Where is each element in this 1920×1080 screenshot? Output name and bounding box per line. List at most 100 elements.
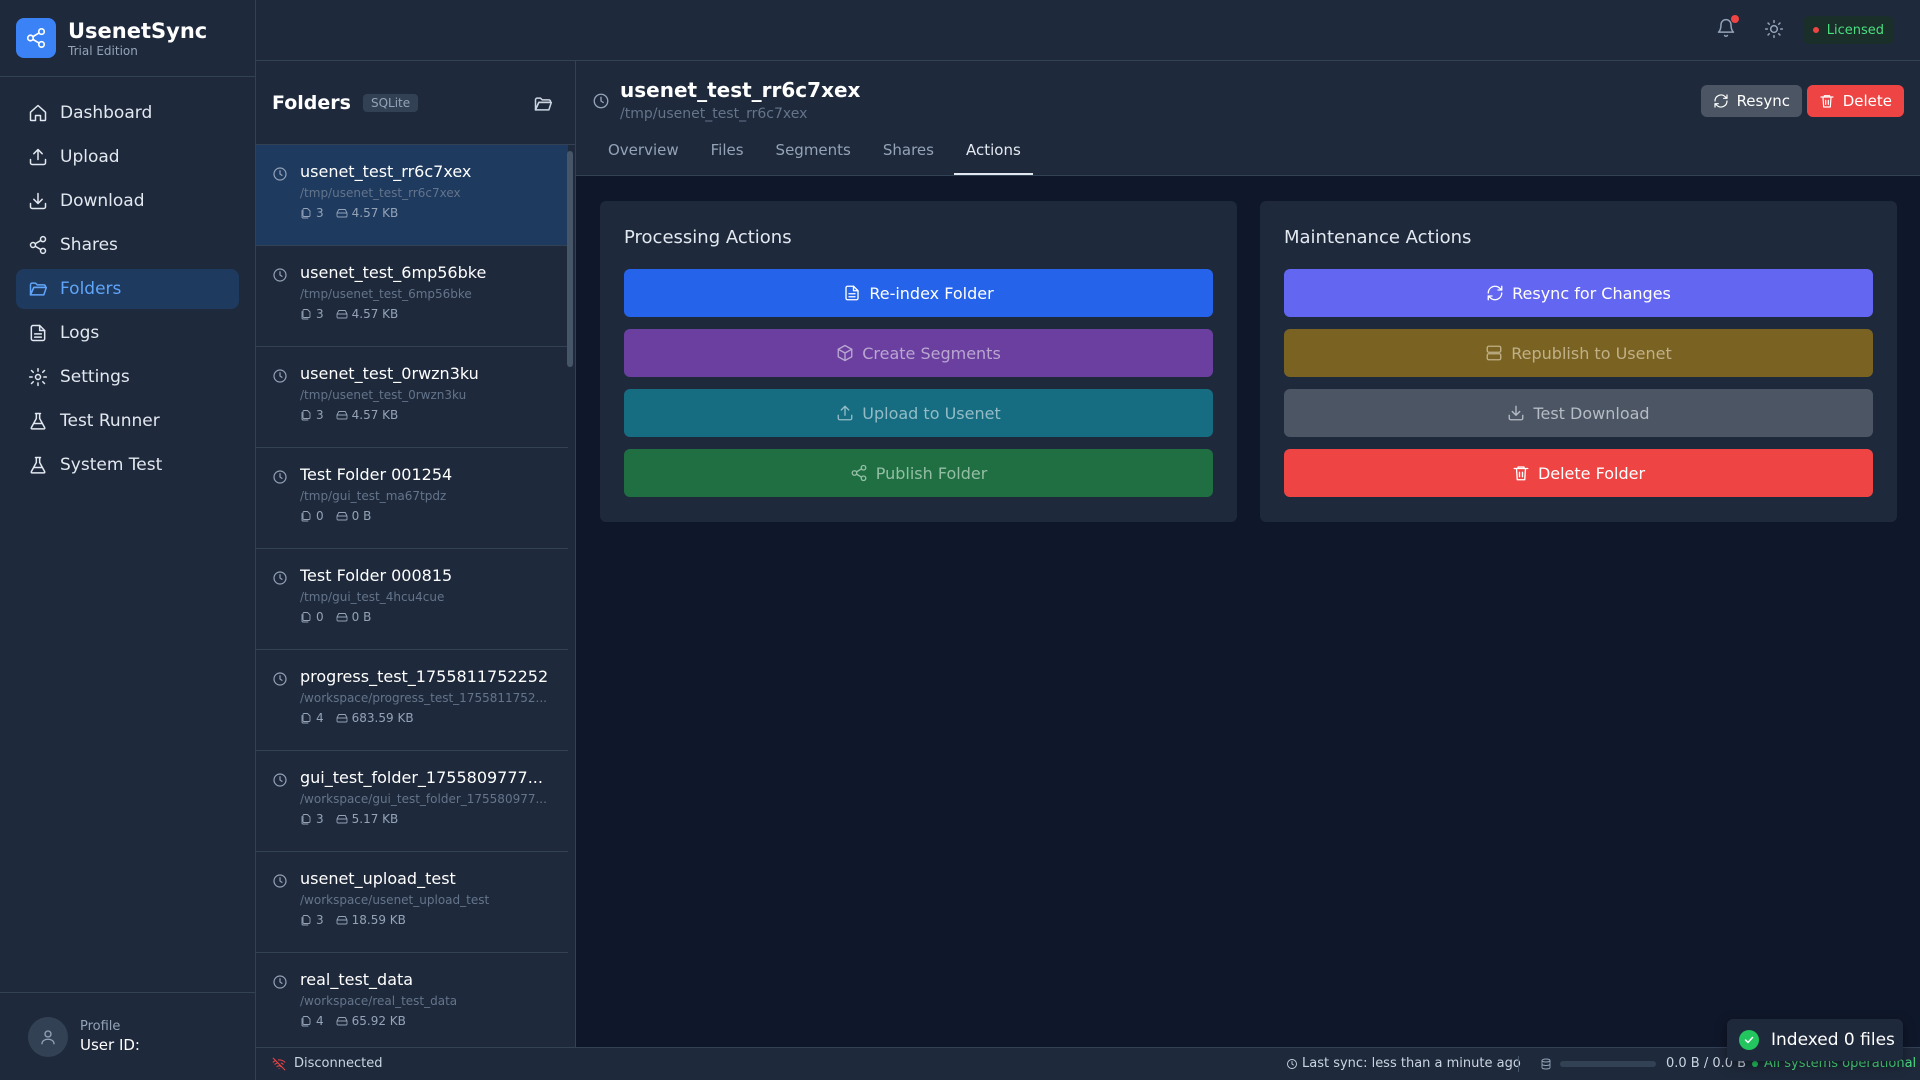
sidebar-item-folders[interactable]: Folders <box>16 269 239 309</box>
divider <box>1518 1056 1519 1072</box>
sidebar-item-label: Download <box>60 191 145 211</box>
delete-button[interactable]: Delete <box>1806 85 1904 117</box>
folders-title: Folders <box>272 91 351 114</box>
folder-list-scrollbar[interactable] <box>567 151 573 367</box>
server-icon <box>1486 345 1502 361</box>
folder-list-item[interactable]: usenet_test_6mp56bke/tmp/usenet_test_6mp… <box>256 246 568 347</box>
folder-size: 4.57 KB <box>351 206 399 220</box>
folder-path: /tmp/usenet_test_rr6c7xex <box>300 186 461 200</box>
detail-tabs: Overview Files Segments Shares Actions <box>596 135 1041 175</box>
folder-name: Test Folder 000815 <box>300 566 453 585</box>
resync-button[interactable]: Resync <box>1700 85 1802 117</box>
sidebar-item-label: Test Runner <box>60 411 160 431</box>
tab-segments[interactable]: Segments <box>764 135 863 175</box>
button-label: Re-index Folder <box>869 283 994 303</box>
profile-label: Profile <box>80 1019 121 1034</box>
folder-meta: 3 4.57 KB <box>300 206 552 220</box>
files-icon <box>301 309 311 320</box>
folder-list-item[interactable]: usenet_test_rr6c7xex/tmp/usenet_test_rr6… <box>256 145 568 246</box>
publish-folder-button[interactable]: Publish Folder <box>624 449 1213 497</box>
create-segments-button[interactable]: Create Segments <box>624 329 1213 377</box>
folder-list-item[interactable]: usenet_test_0rwzn3ku/tmp/usenet_test_0rw… <box>256 347 568 448</box>
folder-path: /tmp/usenet_test_0rwzn3ku <box>300 388 467 402</box>
maintenance-actions-card: Maintenance Actions Resync for Changes R… <box>1260 201 1897 522</box>
share-icon <box>851 464 867 482</box>
files-icon <box>301 1016 311 1027</box>
tab-actions[interactable]: Actions <box>953 135 1033 175</box>
download-icon <box>29 192 47 210</box>
folder-list-item[interactable]: progress_test_1755811752252/workspace/pr… <box>256 650 568 751</box>
sidebar-item-system-test[interactable]: System Test <box>16 445 239 485</box>
folder-meta: 0 0 B <box>300 610 552 624</box>
connection-status: Disconnected <box>272 1056 382 1071</box>
tab-files[interactable]: Files <box>699 135 756 175</box>
folders-panel: Folders SQLite usenet_test_rr6c7xex/tmp/… <box>256 61 576 1047</box>
sidebar-item-download[interactable]: Download <box>16 181 239 221</box>
theme-toggle-button[interactable] <box>1764 19 1784 39</box>
notifications-button[interactable] <box>1716 15 1739 38</box>
statusbar: Disconnected Last sync: less than a minu… <box>256 1047 1920 1080</box>
folder-size: 0 B <box>351 509 372 523</box>
tab-overview[interactable]: Overview <box>596 135 691 175</box>
folder-name: Test Folder 001254 <box>300 465 453 484</box>
profile[interactable]: Profile User ID: <box>0 992 256 1080</box>
brand: UsenetSync Trial Edition <box>0 0 255 77</box>
folder-list-item[interactable]: Test Folder 000815/tmp/gui_test_4hcu4cue… <box>256 549 568 650</box>
sidebar-item-label: Dashboard <box>60 103 153 123</box>
home-icon <box>29 104 47 122</box>
sidebar-item-logs[interactable]: Logs <box>16 313 239 353</box>
trash-icon <box>1820 95 1834 108</box>
sidebar-item-label: Shares <box>60 235 118 255</box>
last-sync-label: Last sync: less than a minute ago <box>1302 1056 1521 1071</box>
reindex-folder-button[interactable]: Re-index Folder <box>624 269 1213 317</box>
clock-icon <box>273 672 287 686</box>
folder-path: /tmp/usenet_test_rr6c7xex <box>620 106 808 122</box>
files-icon <box>301 410 311 421</box>
toast-notification[interactable]: Indexed 0 files <box>1727 1019 1903 1061</box>
card-title: Maintenance Actions <box>1284 227 1472 248</box>
clock-icon <box>273 470 287 484</box>
folder-size: 65.92 KB <box>351 1014 406 1028</box>
flask-icon <box>30 412 46 430</box>
clock-icon <box>273 975 287 989</box>
upload-icon <box>837 405 853 421</box>
sidebar-item-dashboard[interactable]: Dashboard <box>16 93 239 133</box>
test-download-button[interactable]: Test Download <box>1284 389 1873 437</box>
tab-shares[interactable]: Shares <box>871 135 946 175</box>
folder-list-item[interactable]: usenet_upload_test/workspace/usenet_uplo… <box>256 852 568 953</box>
avatar <box>28 1016 68 1057</box>
sidebar-item-upload[interactable]: Upload <box>16 137 239 177</box>
last-sync: Last sync: less than a minute ago <box>1286 1056 1521 1071</box>
hard-drive-icon <box>336 310 348 319</box>
topbar: Licensed <box>256 0 1920 61</box>
folder-list[interactable]: usenet_test_rr6c7xex/tmp/usenet_test_rr6… <box>256 145 575 1047</box>
folder-file-count: 4 <box>316 1014 324 1028</box>
folder-meta: 3 4.57 KB <box>300 307 552 321</box>
folder-path: /workspace/real_test_data <box>300 994 458 1008</box>
folder-title: usenet_test_rr6c7xex <box>620 78 861 102</box>
folder-name: progress_test_1755811752252 <box>300 667 549 686</box>
folder-file-count: 0 <box>316 610 324 624</box>
upload-to-usenet-button[interactable]: Upload to Usenet <box>624 389 1213 437</box>
wifi-off-icon <box>272 1057 286 1070</box>
system-status-dot <box>1752 1060 1758 1067</box>
folder-path: /tmp/gui_test_4hcu4cue <box>300 590 445 604</box>
folder-list-item[interactable]: Test Folder 001254/tmp/gui_test_ma67tpdz… <box>256 448 568 549</box>
add-folder-button[interactable] <box>533 94 553 114</box>
folder-list-item[interactable]: gui_test_folder_1755809777... /workspace/… <box>256 751 568 852</box>
delete-folder-button[interactable]: Delete Folder <box>1284 449 1873 497</box>
sidebar-item-settings[interactable]: Settings <box>16 357 239 397</box>
folder-file-count: 3 <box>316 812 324 826</box>
folder-list-item[interactable]: real_test_data/workspace/real_test_data 4… <box>256 953 568 1047</box>
republish-to-usenet-button[interactable]: Republish to Usenet <box>1284 329 1873 377</box>
folder-file-count: 4 <box>316 711 324 725</box>
sidebar-item-test-runner[interactable]: Test Runner <box>16 401 239 441</box>
sidebar-item-shares[interactable]: Shares <box>16 225 239 265</box>
delete-label: Delete <box>1842 92 1892 110</box>
sidebar-item-label: Folders <box>60 279 122 299</box>
resync-for-changes-button[interactable]: Resync for Changes <box>1284 269 1873 317</box>
clock-icon <box>273 268 287 282</box>
clock-icon <box>1287 1058 1297 1069</box>
folder-open-icon <box>534 97 553 111</box>
sun-icon <box>1764 19 1784 39</box>
